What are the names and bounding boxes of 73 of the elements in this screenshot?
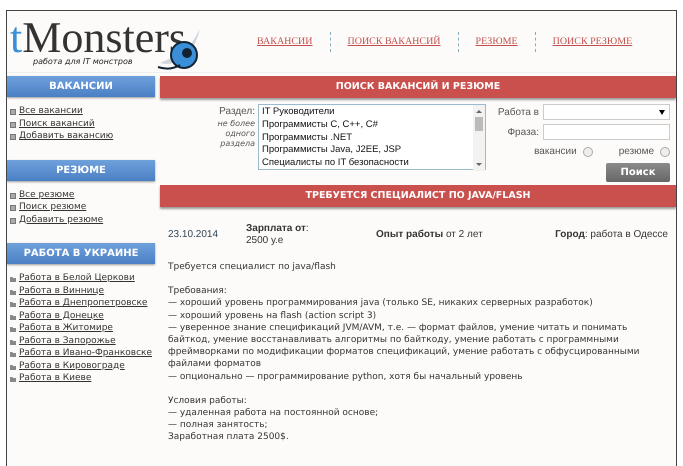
- bullet-icon: [10, 109, 16, 115]
- city-text: Город: работа в Одессе: [555, 228, 668, 242]
- sidebar-link[interactable]: Работа в Ивано-Франковске: [19, 347, 152, 360]
- folder-icon: [10, 351, 16, 357]
- sidebar-heading: РАБОТА В УКРАИНЕ: [7, 243, 155, 264]
- folder-icon: [10, 376, 16, 382]
- sidebar-link[interactable]: Добавить вакансию: [19, 130, 114, 142]
- list-option[interactable]: Программисты Java, J2EE, JSP: [262, 144, 470, 158]
- search-button[interactable]: Поиск: [606, 163, 670, 182]
- description-line: — уверенное знание спецификаций JVM/AVM, т.е. — формат файлов, умение читать и понимать байткод, умение восстанавливать алгоритмы по байткоду, умение работать с программными фреймворками по модификации форматов спецификаций, умение работать с обфусцированными файлами форматов: [168, 322, 640, 371]
- list-option[interactable]: Специалисты по IT безопасности: [262, 157, 470, 170]
- radio-label: резюме: [618, 145, 654, 159]
- sidebar-link[interactable]: Все резюме: [19, 188, 74, 201]
- description-line: Условия работы:: [168, 394, 248, 408]
- folder-icon: [10, 338, 16, 344]
- description-line: — хороший уровень программирования java (только SE, никаких серверных разработок): [168, 297, 594, 310]
- nav-link[interactable]: ПОИСК ВАКАНСИЙ: [330, 32, 459, 52]
- nav-link[interactable]: ПОИСК РЕЗЮМЕ: [536, 32, 650, 52]
- logo-tagline: работа для IT монстров: [33, 56, 134, 68]
- folder-icon: [10, 326, 16, 332]
- sidebar-link[interactable]: Работа в Кировограде: [19, 360, 125, 372]
- radio-button[interactable]: [582, 146, 593, 156]
- sidebar-link[interactable]: Работа в Виннице: [19, 284, 104, 297]
- nav-link[interactable]: ВАКАНСИИ: [240, 32, 331, 52]
- section-label: Раздел:: [218, 105, 255, 119]
- description-line: — удаленная работа на постоянной основе;: [168, 407, 380, 420]
- sidebar-link[interactable]: Поиск вакансий: [19, 118, 95, 130]
- sidebar-link[interactable]: Работа в Киеве: [19, 372, 92, 384]
- sidebar-link[interactable]: Работа в Запорожье: [19, 334, 116, 347]
- list-option[interactable]: IT Руководители: [262, 106, 470, 119]
- description-line: — хороший уровень на flash (action script 3): [168, 310, 378, 322]
- scrollbar-icon[interactable]: [473, 105, 485, 171]
- section-hint: не более одного раздела: [216, 119, 255, 149]
- folder-icon: [10, 314, 16, 320]
- nav-link[interactable]: РЕЗЮМЕ: [458, 32, 536, 52]
- radio-button[interactable]: [660, 146, 670, 156]
- sidebar-link[interactable]: Добавить резюме: [19, 214, 104, 226]
- folder-icon: [10, 276, 16, 282]
- bullet-icon: [10, 205, 16, 211]
- city-label: Работа в: [498, 106, 539, 120]
- folder-icon: [10, 301, 16, 307]
- bullet-icon: [10, 122, 16, 128]
- description-line: Требования:: [168, 285, 228, 298]
- bullet-icon: [10, 134, 16, 140]
- sidebar-link[interactable]: Работа в Донецке: [19, 310, 104, 322]
- section-listbox[interactable]: IT Руководители Программисты C, C++, C# Программисты .NET Программисты Java, J2EE, JSP Специалисты по IT безопасности: [258, 104, 486, 170]
- phrase-input[interactable]: [543, 124, 670, 140]
- radio-label: вакансии: [534, 145, 577, 159]
- description-line: — полная занятость;: [168, 419, 269, 432]
- folder-icon: [10, 288, 16, 294]
- panel-heading: ПОИСК ВАКАНСИЙ И РЕЗЮМЕ: [160, 76, 676, 98]
- bullet-icon: [10, 192, 16, 198]
- sidebar-link[interactable]: Поиск резюме: [19, 201, 86, 214]
- bullet-icon: [10, 218, 16, 224]
- salary-text: Зарплата от: 2500 у.е: [246, 223, 310, 247]
- caret-icon: [659, 110, 665, 114]
- folder-icon: [10, 364, 16, 370]
- city-select[interactable]: [543, 104, 670, 120]
- description-line: — опционально — программирование python, хотя бы начальный уровень: [168, 370, 524, 383]
- panel-heading: ТРЕБУЕТСЯ СПЕЦИАЛИСТ ПО JAVA/FLASH: [160, 185, 676, 207]
- sidebar-heading: ВАКАНСИИ: [7, 76, 155, 97]
- sidebar-link[interactable]: Все вакансии: [19, 105, 83, 118]
- sidebar-link[interactable]: Работа в Белой Церкови: [19, 272, 135, 284]
- sidebar-link[interactable]: Работа в Днепропетровске: [19, 297, 148, 310]
- list-option[interactable]: Программисты C, C++, C#: [262, 118, 470, 132]
- sidebar-link[interactable]: Работа в Житомире: [19, 322, 113, 334]
- posting-date: 23.10.2014: [168, 228, 220, 242]
- phrase-label: Фраза:: [507, 126, 539, 140]
- description-line: Требуется специалист по java/flash: [168, 261, 337, 274]
- list-option[interactable]: Программисты .NET: [262, 132, 470, 144]
- description-line: Заработная плата 2500$.: [168, 431, 290, 444]
- experience-text: Опыт работы от 2 лет: [376, 228, 483, 242]
- sidebar-heading: РЕЗЮМЕ: [7, 160, 155, 180]
